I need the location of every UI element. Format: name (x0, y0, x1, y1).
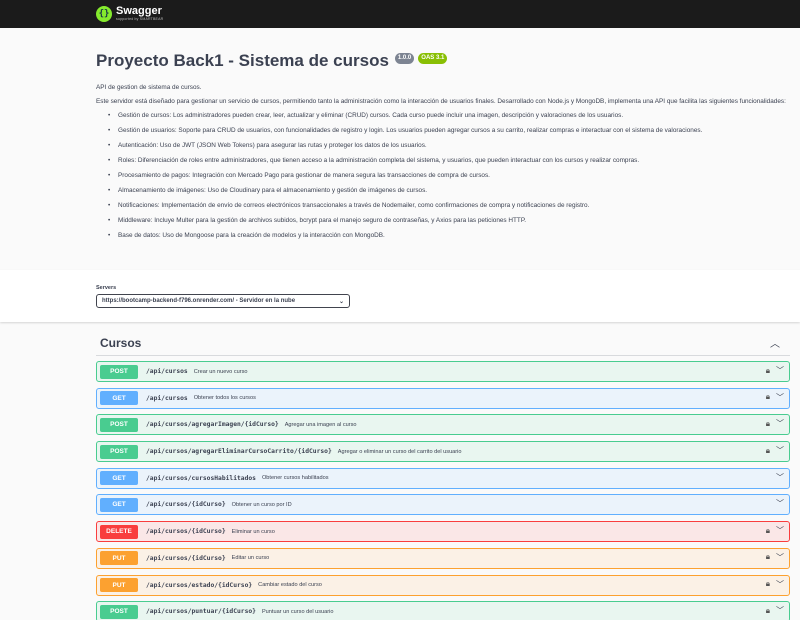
operation-path: /api/cursos/{idCurso} (146, 554, 226, 562)
operation-path: /api/cursos/{idCurso} (146, 528, 226, 536)
swagger-logo[interactable]: {} Swagger supported by SMARTBEAR (96, 6, 163, 22)
list-item: Gestión de cursos: Los administradores p… (108, 112, 786, 120)
operation-block[interactable]: GET /api/cursos Obtener todos los cursos… (96, 387, 790, 409)
operation-block[interactable]: GET /api/cursos/cursosHabilitados Obtene… (96, 467, 790, 489)
method-badge: POST (100, 417, 138, 432)
chevron-down-icon[interactable]: ﹀ (776, 552, 784, 563)
servers-select[interactable]: https://bootcamp-backend-f796.onrender.c… (96, 294, 350, 308)
tag-title: Cursos (100, 335, 142, 350)
oas-badge: OAS 3.1 (418, 53, 448, 64)
list-item: Notificaciones: Implementación de envío … (108, 202, 786, 210)
chevron-down-icon: ⌄ (338, 298, 344, 305)
list-item: Gestión de usuarios: Soporte para CRUD d… (108, 127, 786, 135)
logo-subtitle: supported by SMARTBEAR (116, 17, 164, 22)
chevron-down-icon[interactable]: ﹀ (776, 418, 784, 429)
lock-icon[interactable]: 🔒︎ (766, 606, 770, 616)
api-description-text: Este servidor está diseñado para gestion… (96, 98, 786, 105)
operation-block[interactable]: POST /api/cursos/agregarImagen/{idCurso}… (96, 414, 790, 436)
operation-summary: Editar un curso (231, 555, 270, 562)
operation-path: /api/cursos (146, 368, 188, 375)
servers-panel: Servers https://bootcamp-backend-f796.on… (0, 270, 800, 322)
list-item: Almacenamiento de imágenes: Uso de Cloud… (108, 187, 786, 195)
operation-summary: Crear un nuevo curso (193, 368, 248, 375)
topbar: {} Swagger supported by SMARTBEAR (0, 0, 800, 28)
operation-summary: Puntuar un curso del usuario (261, 608, 334, 615)
chevron-up-icon[interactable]: ︿ (770, 335, 780, 350)
operation-summary: Agregar una imagen al curso (284, 421, 357, 428)
chevron-down-icon[interactable]: ﹀ (776, 472, 784, 483)
operation-block[interactable]: POST /api/cursos Crear un nuevo curso 🔒︎… (96, 361, 790, 382)
method-badge: GET (100, 471, 138, 486)
method-badge: GET (100, 497, 138, 512)
list-item: Roles: Diferenciación de roles entre adm… (108, 157, 786, 165)
chevron-down-icon[interactable]: ﹀ (776, 579, 784, 590)
lock-icon[interactable]: 🔒︎ (766, 392, 770, 402)
operation-block[interactable]: PUT /api/cursos/{idCurso} Editar un curs… (96, 547, 790, 569)
tag-header[interactable]: Cursos ︿ (96, 330, 790, 356)
operation-path: /api/cursos/agregarImagen/{idCurso} (146, 421, 279, 429)
lock-icon[interactable]: 🔒︎ (766, 526, 770, 536)
operation-summary: Obtener cursos habilitados (261, 475, 329, 482)
operation-block[interactable]: POST /api/cursos/puntuar/{idCurso} Puntu… (96, 601, 790, 620)
operation-path: /api/cursos/cursosHabilitados (146, 474, 256, 482)
api-description: API de gestion de sistema de cursos. Est… (96, 84, 786, 240)
method-badge: GET (100, 391, 138, 406)
operation-path: /api/cursos/{idCurso} (146, 501, 226, 509)
method-badge: DELETE (100, 524, 138, 539)
lock-icon[interactable]: 🔒︎ (766, 366, 770, 376)
list-item: Base de datos: Uso de Mongoose para la c… (108, 232, 786, 240)
operation-path: /api/cursos/estado/{idCurso} (146, 581, 253, 589)
page-title: Proyecto Back1 - Sistema de cursos (96, 51, 389, 70)
operation-summary: Obtener un curso por ID (231, 501, 292, 508)
operation-summary: Cambiar estado del curso (258, 582, 322, 588)
method-badge: PUT (100, 578, 138, 592)
method-badge: POST (100, 364, 138, 379)
chevron-down-icon[interactable]: ﹀ (776, 445, 784, 456)
tag-section-cursos: Cursos ︿ POST /api/cursos Crear un nuevo… (96, 330, 790, 620)
feature-list: Gestión de cursos: Los administradores p… (108, 112, 786, 240)
api-summary: API de gestion de sistema de cursos. (96, 84, 202, 91)
operation-path: /api/cursos/puntuar/{idCurso} (146, 608, 256, 616)
operation-block[interactable]: PUT /api/cursos/estado/{idCurso} Cambiar… (96, 574, 790, 596)
operation-summary: Obtener todos los cursos (193, 395, 256, 402)
chevron-down-icon[interactable]: ﹀ (776, 498, 784, 509)
list-item: Autenticación: Uso de JWT (JSON Web Toke… (108, 142, 786, 150)
api-info: Proyecto Back1 - Sistema de cursos 1.0.0… (0, 28, 800, 270)
method-badge: POST (100, 604, 138, 619)
chevron-down-icon[interactable]: ﹀ (776, 365, 784, 376)
operation-block[interactable]: GET /api/cursos/{idCurso} Obtener un cur… (96, 494, 790, 516)
servers-label: Servers (96, 285, 117, 291)
chevron-down-icon[interactable]: ﹀ (776, 392, 784, 403)
operation-path: /api/cursos (146, 394, 188, 402)
method-badge: PUT (100, 551, 138, 566)
list-item: Middleware: Incluye Multer para la gesti… (108, 217, 786, 225)
operation-block[interactable]: DELETE /api/cursos/{idCurso} Eliminar un… (96, 521, 790, 543)
operation-path: /api/cursos/agregarEliminarCursoCarrito/… (146, 448, 332, 456)
lock-icon[interactable]: 🔒︎ (766, 446, 770, 456)
logo-name: Swagger (116, 5, 162, 18)
chevron-down-icon[interactable]: ﹀ (776, 605, 784, 616)
lock-icon[interactable]: 🔒︎ (766, 579, 770, 589)
method-badge: POST (100, 444, 138, 459)
list-item: Procesamiento de pagos: Integración con … (108, 172, 786, 180)
version-badge: 1.0.0 (394, 53, 415, 64)
operation-summary: Agregar o eliminar un curso del carrito … (337, 448, 462, 455)
operation-summary: Eliminar un curso (231, 528, 275, 535)
swagger-icon: {} (96, 6, 112, 22)
lock-icon[interactable]: 🔒︎ (766, 552, 770, 562)
lock-icon[interactable]: 🔒︎ (766, 419, 770, 429)
chevron-down-icon[interactable]: ﹀ (776, 525, 784, 536)
operation-block[interactable]: POST /api/cursos/agregarEliminarCursoCar… (96, 441, 790, 463)
servers-selected-value: https://bootcamp-backend-f796.onrender.c… (102, 298, 296, 304)
